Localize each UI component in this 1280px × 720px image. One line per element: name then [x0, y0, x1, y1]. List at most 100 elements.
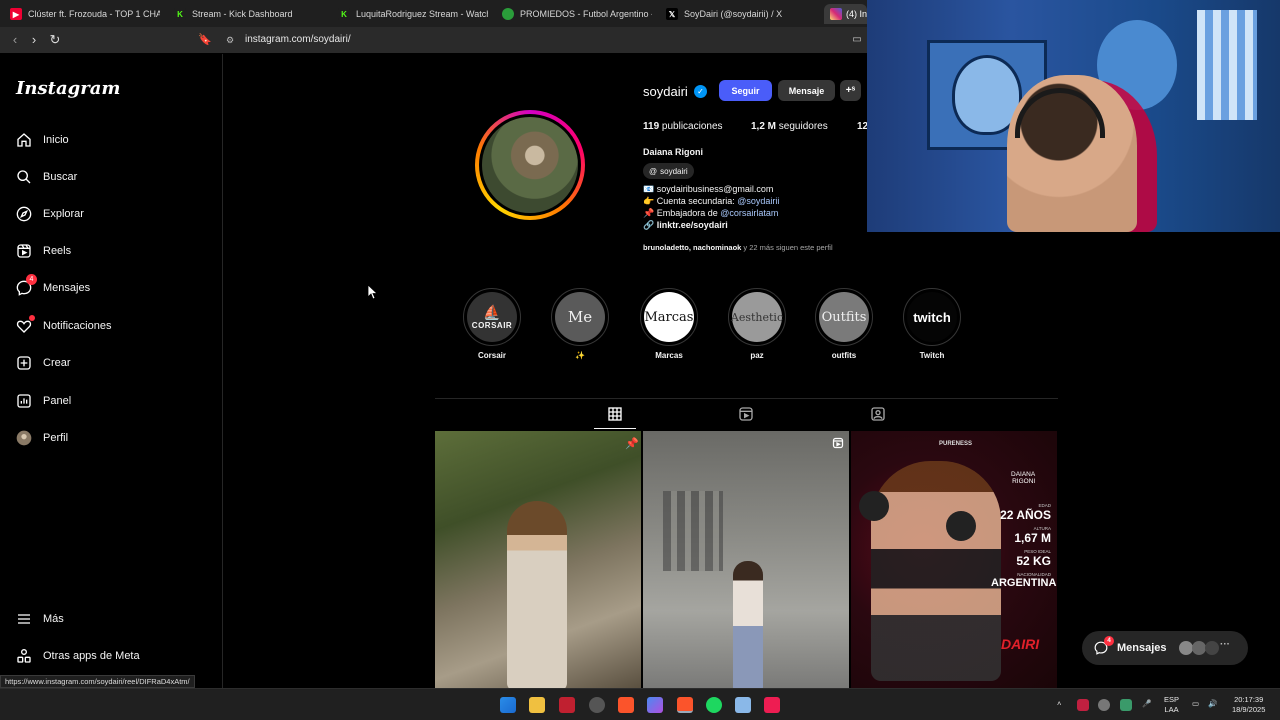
- followed-by-text[interactable]: brunoladetto, nachominaok y 22 más sigue…: [643, 243, 833, 252]
- highlight-label: Twitch: [919, 351, 945, 360]
- compass-icon: [16, 206, 32, 222]
- tagged-icon[interactable]: [870, 406, 886, 422]
- url-text[interactable]: instagram.com/soydairi/: [245, 34, 351, 45]
- sidebar-item-label: Explorar: [43, 208, 84, 220]
- follow-button[interactable]: Seguir: [719, 80, 772, 101]
- tab-luquita[interactable]: K LuquitaRodriguez Stream - Watch Liv: [338, 4, 488, 24]
- sidebar-item-reels[interactable]: Reels: [16, 240, 71, 262]
- language-indicator[interactable]: ESP LAA: [1164, 695, 1179, 715]
- sidebar-item-buscar[interactable]: Buscar: [16, 166, 77, 188]
- highlight-outfits[interactable]: Outfits outfits: [814, 288, 874, 360]
- reels-icon: [17, 244, 31, 258]
- sidebar-item-mas[interactable]: Más: [16, 608, 64, 630]
- message-button[interactable]: Mensaje: [778, 80, 835, 101]
- reels-tab-icon[interactable]: [738, 406, 754, 422]
- highlight-marcas[interactable]: Marcas Marcas: [639, 288, 699, 360]
- sidebar-item-mensajes[interactable]: 4 Mensajes: [16, 274, 90, 299]
- instagram-icon: [830, 8, 842, 20]
- sidebar-item-inicio[interactable]: Inicio: [16, 129, 69, 151]
- following-count[interactable]: 12: [857, 121, 867, 132]
- brave-icon[interactable]: [618, 697, 634, 713]
- copilot-icon[interactable]: [647, 697, 663, 713]
- tab-label: (4) Ins: [846, 9, 867, 19]
- bio-link-corsair[interactable]: @corsairlatam: [720, 208, 778, 218]
- highlight-me[interactable]: Me ✨: [550, 288, 610, 360]
- obs-icon[interactable]: [589, 697, 605, 713]
- jersey: [1197, 10, 1257, 120]
- grid-icon[interactable]: [607, 406, 623, 422]
- tab-cluster[interactable]: ▶ Clúster ft. Frozouda - TOP 1 CHA: [10, 4, 160, 24]
- highlight-label: Corsair: [477, 351, 506, 360]
- chevron-up-icon[interactable]: ˄: [1057, 699, 1061, 709]
- status-url: https://www.instagram.com/soydairi/reel/…: [0, 675, 195, 688]
- profile-avatar: [482, 117, 578, 213]
- windows-taskbar: ˄ 🎤 ESP LAA ▭ 🔊 20:17:39 18/9/2025: [0, 688, 1280, 720]
- sidebar-item-label: Notificaciones: [43, 320, 112, 332]
- tray-icon[interactable]: [1120, 699, 1132, 711]
- post-3[interactable]: PURENESS DAIANA RIGONI EDAD 22 AÑOS ALTUR…: [851, 431, 1057, 688]
- chart-icon: [17, 394, 31, 408]
- tab-label: LuquitaRodriguez Stream - Watch Liv: [356, 9, 488, 19]
- address-bar: ‹ › ↻ 🔖 ⚙ instagram.com/soydairi/ ▭: [0, 27, 867, 53]
- youtube-icon: ▶: [10, 8, 22, 20]
- suggest-user-icon[interactable]: +⁠ˢ: [840, 80, 861, 101]
- notification-dot: [29, 315, 35, 321]
- tiktok-icon[interactable]: [764, 697, 780, 713]
- tray-icon[interactable]: [1077, 699, 1089, 711]
- mouse-cursor-icon: [368, 285, 378, 300]
- site-info-icon[interactable]: ⚙: [222, 32, 238, 48]
- clock[interactable]: 20:17:39 18/9/2025: [1232, 695, 1265, 715]
- tab-label: Stream - Kick Dashboard: [192, 9, 293, 19]
- app-icon[interactable]: [559, 697, 575, 713]
- screen-icon[interactable]: ▭: [849, 32, 865, 48]
- post-2[interactable]: [643, 431, 849, 688]
- tab-promiedos[interactable]: PROMIEDOS - Futbol Argentino - Fix: [502, 4, 652, 24]
- sidebar-item-explorar[interactable]: Explorar: [16, 203, 84, 225]
- threads-badge[interactable]: @ soydairi: [643, 163, 694, 179]
- post-figure: [733, 561, 763, 688]
- forward-icon[interactable]: ›: [26, 32, 42, 48]
- sidebar: Instagram Inicio Buscar Explorar Reels 4…: [0, 54, 223, 688]
- highlight-label: outfits: [831, 351, 857, 360]
- promiedos-icon: [502, 8, 514, 20]
- followers-count[interactable]: 1,2 M seguidores: [751, 121, 828, 132]
- sidebar-item-meta-apps[interactable]: Otras apps de Meta: [16, 645, 140, 667]
- network-icon[interactable]: ▭: [1192, 699, 1199, 709]
- highlight-aesthetic[interactable]: Aesthetic paz: [727, 288, 787, 360]
- messages-floating-button[interactable]: 4 Mensajes ···: [1082, 631, 1248, 665]
- tab-kick[interactable]: K Stream - Kick Dashboard: [174, 4, 324, 24]
- highlight-label: paz: [750, 351, 764, 360]
- boxing-glove-icon: [859, 491, 889, 521]
- plus-square-icon: [17, 356, 31, 370]
- bookmark-icon[interactable]: 🔖: [197, 32, 213, 48]
- back-icon[interactable]: ‹: [7, 32, 23, 48]
- notepad-icon[interactable]: [735, 697, 751, 713]
- sidebar-item-panel[interactable]: Panel: [16, 390, 71, 412]
- volume-icon[interactable]: 🔊: [1208, 699, 1217, 709]
- microphone-icon[interactable]: 🎤: [1142, 699, 1151, 709]
- highlight-corsair[interactable]: ⛵ CORSAIR Corsair: [462, 288, 522, 360]
- highlight-twitch[interactable]: twitch Twitch: [902, 288, 962, 360]
- search-icon: [17, 170, 31, 184]
- bio-link-secondary[interactable]: @soydairii: [737, 196, 779, 206]
- reload-icon[interactable]: ↻: [47, 32, 63, 48]
- fighter-stats: EDAD 22 AÑOS ALTURA 1,67 M PESO IDEAL 52…: [991, 503, 1057, 589]
- sidebar-item-label: Inicio: [43, 134, 69, 146]
- instagram-logo[interactable]: Instagram: [16, 78, 120, 99]
- profile-avatar-ring[interactable]: [475, 110, 585, 220]
- sidebar-item-crear[interactable]: Crear: [16, 352, 71, 374]
- brave-icon-active[interactable]: [677, 697, 693, 713]
- sidebar-item-notificaciones[interactable]: Notificaciones: [16, 315, 111, 337]
- spotify-icon[interactable]: [706, 697, 722, 713]
- bio-linktree[interactable]: 🔗 linktr.ee/soydairi: [643, 220, 728, 231]
- tray-icon[interactable]: [1098, 699, 1110, 711]
- sidebar-item-perfil[interactable]: Perfil: [16, 427, 68, 449]
- bio-secondary-account: 👉 Cuenta secundaria: @soydairii: [643, 196, 780, 206]
- tab-x[interactable]: 𝕏 SoyDairi (@soydairii) / X: [666, 4, 816, 24]
- active-tab-indicator: [594, 428, 636, 429]
- sidebar-item-label: Perfil: [43, 432, 69, 444]
- tab-instagram[interactable]: (4) Ins: [824, 4, 867, 24]
- post-1[interactable]: 📌: [435, 431, 641, 688]
- windows-start-icon[interactable]: [500, 697, 516, 713]
- file-explorer-icon[interactable]: [529, 697, 545, 713]
